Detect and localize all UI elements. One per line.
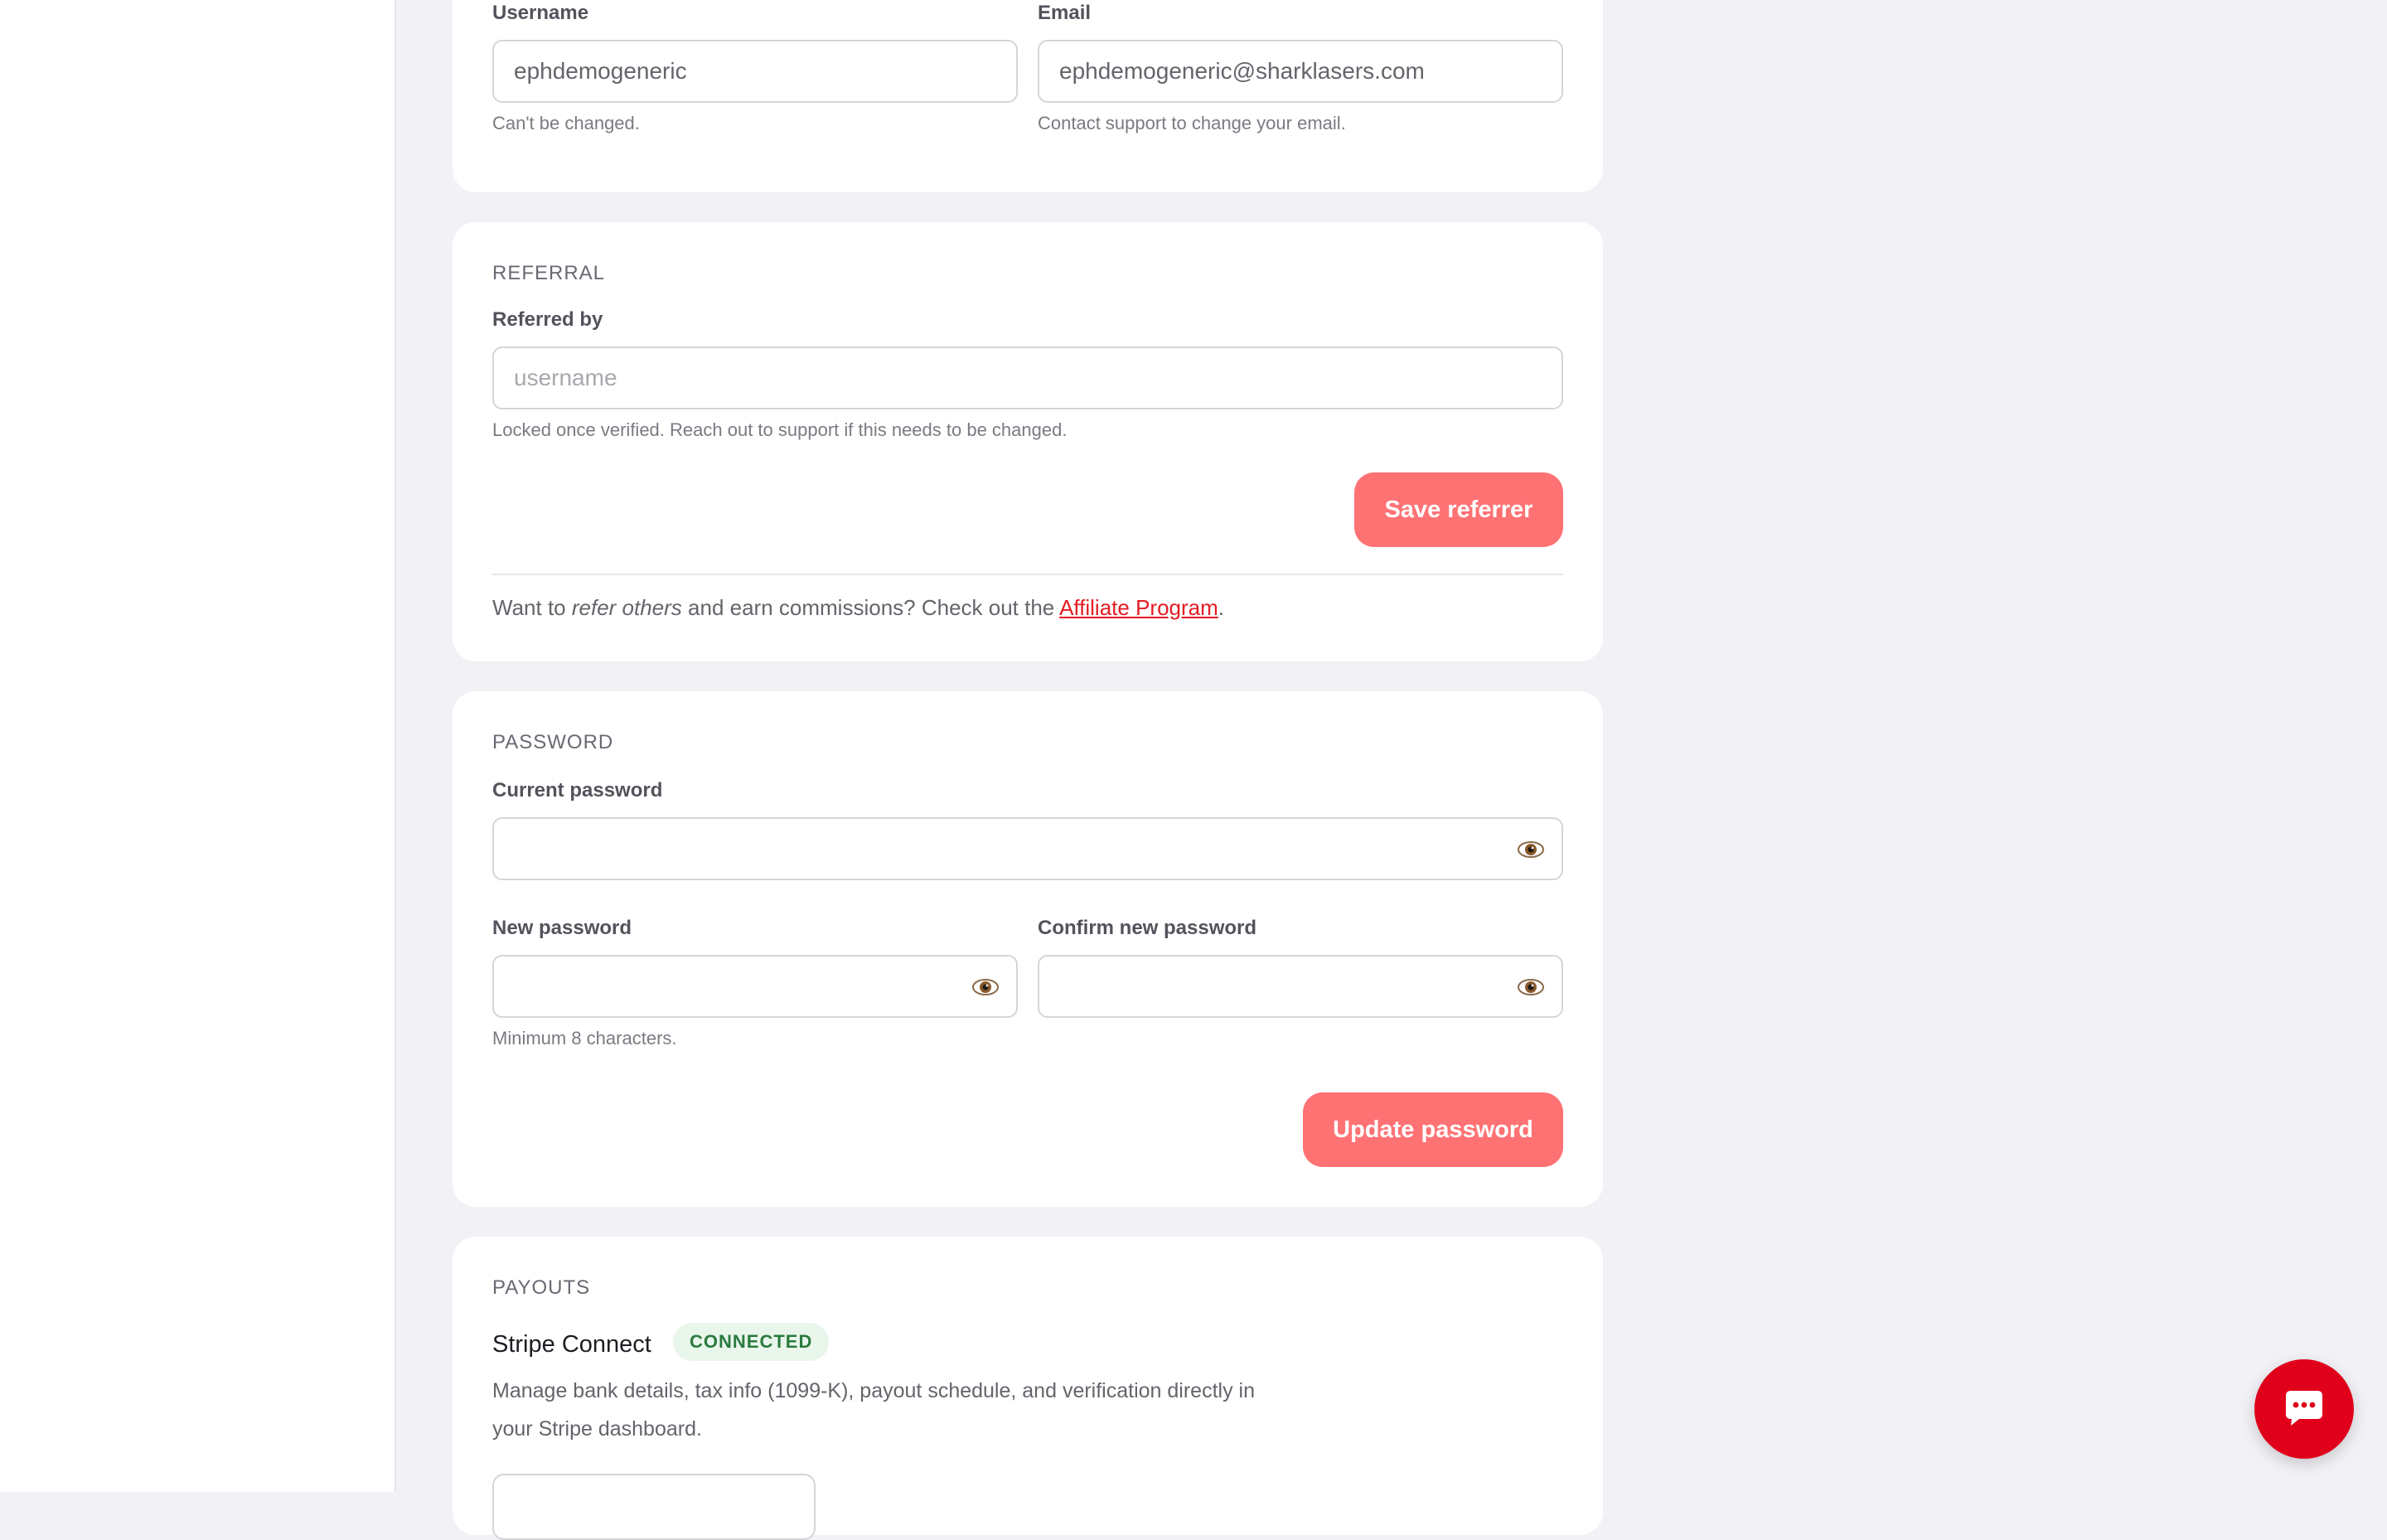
username-help: Can't be changed.	[492, 113, 640, 133]
email-field[interactable]: ephdemogeneric@sharklasers.com	[1038, 40, 1563, 103]
username-label: Username	[492, 2, 589, 24]
referred-by-input[interactable]: username	[492, 346, 1563, 409]
payouts-section-title: PAYOUTS	[492, 1276, 591, 1299]
payouts-description-line2: your Stripe dashboard.	[492, 1417, 702, 1441]
promo-emphasis: refer others	[571, 595, 682, 620]
password-card: PASSWORD Current password New password M…	[453, 691, 1603, 1207]
affiliate-program-link[interactable]: Affiliate Program	[1059, 595, 1218, 620]
promo-suffix: .	[1218, 595, 1225, 620]
stripe-dashboard-button[interactable]	[492, 1474, 816, 1540]
referral-divider	[492, 574, 1563, 575]
new-password-input[interactable]	[492, 955, 1018, 1018]
new-password-help: Minimum 8 characters.	[492, 1028, 677, 1048]
password-section-title: PASSWORD	[492, 731, 614, 753]
eye-icon[interactable]	[1517, 973, 1545, 1001]
referred-by-label: Referred by	[492, 308, 603, 331]
update-password-button[interactable]: Update password	[1303, 1092, 1563, 1167]
affiliate-promo-text: Want to refer others and earn commission…	[492, 595, 1224, 621]
referred-by-help: Locked once verified. Reach out to suppo…	[492, 419, 1068, 440]
promo-prefix: Want to	[492, 595, 572, 620]
new-password-label: New password	[492, 917, 632, 939]
email-help: Contact support to change your email.	[1038, 113, 1346, 133]
status-badge: CONNECTED	[673, 1323, 830, 1361]
username-field[interactable]: ephdemogeneric	[492, 40, 1018, 103]
current-password-input[interactable]	[492, 817, 1563, 880]
payouts-description-line1: Manage bank details, tax info (1099-K), …	[492, 1379, 1255, 1402]
confirm-password-label: Confirm new password	[1038, 917, 1257, 939]
confirm-password-input[interactable]	[1038, 955, 1563, 1018]
sidebar	[0, 0, 396, 1492]
eye-icon[interactable]	[1517, 835, 1545, 864]
account-card: Username ephdemogeneric Can't be changed…	[453, 0, 1603, 192]
payouts-card: PAYOUTS Stripe Connect CONNECTED Manage …	[453, 1237, 1603, 1540]
stripe-connect-title: Stripe Connect	[492, 1331, 651, 1358]
promo-middle: and earn commissions? Check out the	[681, 595, 1060, 620]
current-password-label: Current password	[492, 779, 663, 801]
referral-section-title: REFERRAL	[492, 262, 606, 284]
referral-card: REFERRAL Referred by username Locked onc…	[453, 222, 1603, 661]
chat-button[interactable]	[2254, 1359, 2354, 1459]
chat-bubble-icon	[2286, 1391, 2322, 1426]
email-label: Email	[1038, 2, 1092, 24]
eye-icon[interactable]	[971, 973, 1000, 1001]
save-referrer-button[interactable]: Save referrer	[1354, 472, 1563, 547]
